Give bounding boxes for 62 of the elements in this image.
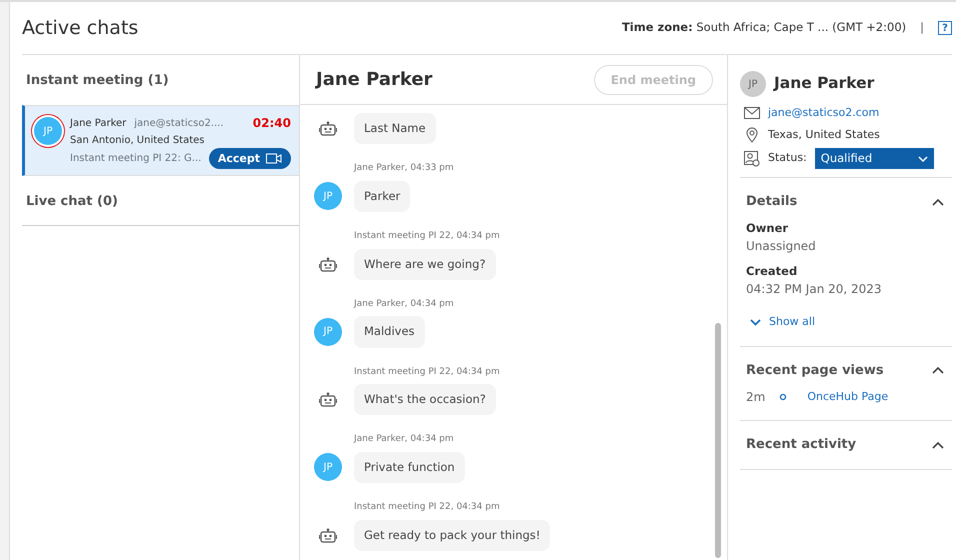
message-bubble: Maldives bbox=[354, 316, 425, 348]
message-meta: Instant meeting PI 22, 04:34 pm bbox=[353, 366, 501, 378]
time-zone-setting[interactable]: Time zone: South Africa; Cape T ... (GMT +2:00) bbox=[622, 19, 906, 37]
show-all-link[interactable]: Show all bbox=[750, 314, 816, 331]
message-bubble: Private function bbox=[354, 452, 465, 483]
section-heading: Recent page views bbox=[746, 362, 884, 380]
envelope-icon bbox=[744, 107, 760, 120]
scrollbar[interactable] bbox=[715, 323, 721, 558]
meeting-subject: Instant meeting PI 22: G... bbox=[70, 152, 202, 166]
chevron-up-icon[interactable] bbox=[932, 198, 944, 206]
email-link[interactable]: jane@staticso2.com bbox=[768, 105, 880, 122]
message-bubble: Where are we going? bbox=[354, 248, 496, 280]
chat-card[interactable]: JP Jane Parker jane@staticso2.... 02:40 San Antonio, United States Instant meeting PI 22: G... Accept bbox=[22, 105, 299, 176]
section-heading: Recent activity bbox=[746, 436, 856, 454]
status-dropdown[interactable]: Qualified bbox=[814, 148, 934, 170]
message-meta: Instant meeting PI 22, 04:34 pm bbox=[353, 230, 501, 243]
queue-heading[interactable]: Instant meeting (1) bbox=[26, 73, 169, 88]
contact-location: San Antonio, United States bbox=[70, 134, 206, 148]
avatar-circle: JP bbox=[314, 453, 342, 482]
dot-icon bbox=[779, 393, 788, 401]
message-bubble: What's the occasion? bbox=[354, 384, 496, 416]
field-label: Created bbox=[746, 263, 798, 280]
queue-heading[interactable]: Live chat (0) bbox=[26, 194, 118, 210]
page-title: Active chats bbox=[22, 16, 138, 41]
accept-button[interactable]: Accept bbox=[208, 148, 291, 170]
message-meta: Jane Parker, 04:34 pm bbox=[352, 298, 455, 311]
video-camera-icon bbox=[266, 153, 282, 164]
message-bubble: Last Name bbox=[354, 113, 436, 144]
contact-email: jane@staticso2.... bbox=[134, 116, 224, 131]
chevron-up-icon[interactable] bbox=[932, 440, 944, 449]
help-icon[interactable]: ? bbox=[938, 21, 952, 35]
robot-icon bbox=[319, 392, 337, 408]
field-label: Owner bbox=[746, 220, 790, 237]
chevron-down-icon bbox=[918, 156, 928, 162]
message-bubble: Get ready to pack your things! bbox=[354, 520, 550, 551]
person-card-icon bbox=[744, 150, 760, 167]
map-pin-icon bbox=[744, 126, 760, 143]
chevron-up-icon[interactable] bbox=[932, 366, 944, 374]
contact-name: Jane Parker bbox=[774, 73, 874, 94]
field-value: 04:32 PM Jan 20, 2023 bbox=[746, 281, 883, 298]
avatar-circle: JP bbox=[314, 182, 342, 210]
message-meta: Instant meeting PI 22, 04:34 pm bbox=[353, 501, 501, 514]
robot-icon bbox=[319, 256, 337, 272]
avatar-circle: JP bbox=[740, 71, 766, 97]
chat-title: Jane Parker bbox=[316, 68, 432, 92]
avatar-circle: JP bbox=[34, 117, 62, 145]
timer: 02:40 bbox=[252, 115, 291, 132]
section-heading: Details bbox=[746, 193, 798, 212]
message-meta: Jane Parker, 04:33 pm bbox=[352, 162, 455, 176]
field-value: Unassigned bbox=[746, 238, 817, 255]
chevron-down-icon bbox=[750, 319, 761, 326]
robot-icon bbox=[319, 528, 337, 543]
contact-name: Jane Parker bbox=[70, 116, 126, 131]
page-link[interactable]: OnceHub Page bbox=[807, 388, 888, 406]
view-time: 2m bbox=[746, 389, 766, 406]
separator: | bbox=[920, 19, 924, 36]
status-label: Status: bbox=[768, 150, 807, 166]
message-meta: Jane Parker, 04:34 pm bbox=[352, 433, 455, 446]
robot-icon bbox=[319, 121, 337, 136]
message-bubble: Parker bbox=[354, 180, 410, 212]
avatar-circle: JP bbox=[314, 318, 342, 346]
contact-location: Texas, United States bbox=[768, 126, 880, 142]
